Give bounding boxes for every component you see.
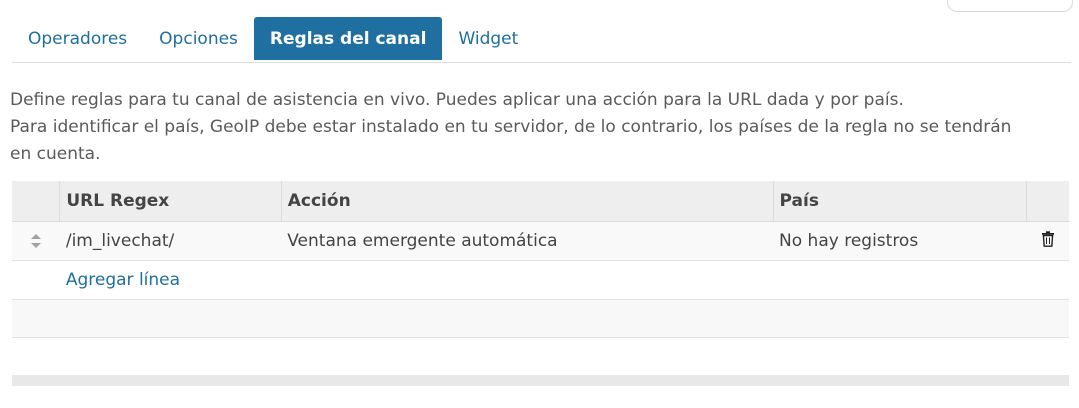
trash-icon xyxy=(1041,230,1054,247)
sort-handle-icon xyxy=(30,234,41,248)
add-line-row: Agregar línea xyxy=(12,260,1069,300)
header-pais[interactable]: País xyxy=(773,181,1027,222)
tab-opciones[interactable]: Opciones xyxy=(143,17,254,60)
header-url-regex[interactable]: URL Regex xyxy=(59,181,282,222)
tab-reglas-del-canal[interactable]: Reglas del canal xyxy=(253,17,443,60)
channel-rules-table: URL Regex Acción País /im_livechat/ Vent… xyxy=(12,181,1069,338)
notebook-tabs: Operadores Opciones Reglas del canal Wid… xyxy=(12,17,1071,63)
add-line-link[interactable]: Agregar línea xyxy=(66,270,180,290)
cell-url-regex[interactable]: /im_livechat/ xyxy=(59,221,282,261)
rules-description: Define reglas para tu canal de asistenci… xyxy=(10,87,1070,168)
header-actions xyxy=(1026,181,1069,222)
cell-accion[interactable]: Ventana emergente automática xyxy=(281,221,774,261)
empty-row xyxy=(12,299,1069,338)
description-line-1: Define reglas para tu canal de asistenci… xyxy=(10,90,904,110)
row-delete-button[interactable] xyxy=(1026,221,1069,261)
row-drag-handle[interactable] xyxy=(12,221,60,261)
cell-pais[interactable]: No hay registros xyxy=(773,221,1027,261)
table-header-row: URL Regex Acción País xyxy=(12,181,1069,222)
description-line-3: en cuenta. xyxy=(10,144,101,164)
table-row[interactable]: /im_livechat/ Ventana emergente automáti… xyxy=(12,221,1069,261)
tab-widget[interactable]: Widget xyxy=(442,17,534,60)
header-accion[interactable]: Acción xyxy=(281,181,774,222)
header-handle xyxy=(12,181,61,222)
top-pill-button[interactable] xyxy=(947,0,1073,12)
tab-operadores[interactable]: Operadores xyxy=(12,17,143,60)
horizontal-scrollbar[interactable] xyxy=(12,375,1069,386)
description-line-2: Para identificar el país, GeoIP debe est… xyxy=(10,117,1012,137)
